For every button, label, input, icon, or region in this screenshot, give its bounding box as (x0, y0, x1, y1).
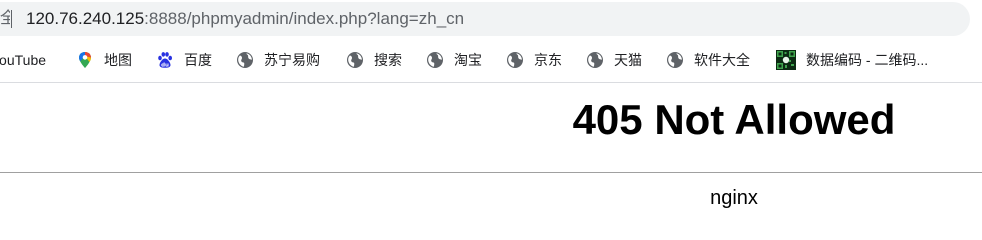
bookmark-label: 地图 (104, 52, 132, 68)
globe-icon (426, 51, 444, 69)
url-path: :8888/phpmyadmin/index.php?lang=zh_cn (144, 9, 465, 28)
bookmark-baidu[interactable]: du 百度 (156, 49, 212, 71)
address-bar: 全 120.76.240.125:8888/phpmyadmin/index.p… (0, 0, 982, 38)
qr-code-icon (776, 50, 796, 70)
globe-icon (506, 51, 524, 69)
server-name: nginx (710, 187, 758, 209)
baidu-paw-icon: du (156, 51, 174, 69)
omnibox-separator (11, 10, 12, 28)
bookmark-label: 淘宝 (454, 52, 482, 68)
maps-pin-icon (76, 51, 94, 69)
bookmark-taobao[interactable]: 淘宝 (426, 49, 482, 71)
globe-icon (666, 51, 684, 69)
page-title: 405 Not Allowed (572, 96, 896, 143)
globe-icon (346, 51, 364, 69)
url-text[interactable]: 120.76.240.125:8888/phpmyadmin/index.php… (26, 9, 464, 29)
url-host: 120.76.240.125 (26, 9, 145, 28)
bookmark-search[interactable]: 搜索 (346, 49, 402, 71)
bookmark-youtube[interactable]: YouTube (0, 49, 46, 71)
bookmark-software[interactable]: 软件大全 (666, 49, 750, 71)
bookmark-label: 搜索 (374, 52, 402, 68)
bookmark-tmall[interactable]: 天猫 (586, 49, 642, 71)
globe-icon (236, 51, 254, 69)
bookmark-label: 京东 (534, 52, 562, 68)
bookmarks-bar: YouTube 地图 du 百度 (0, 38, 982, 83)
bookmark-label: YouTube (0, 52, 47, 68)
bookmark-jd[interactable]: 京东 (506, 49, 562, 71)
divider (0, 172, 982, 173)
bookmark-label: 百度 (184, 52, 212, 68)
bookmark-maps[interactable]: 地图 (76, 49, 132, 71)
bookmark-suning[interactable]: 苏宁易购 (236, 49, 320, 71)
globe-icon (586, 51, 604, 69)
security-indicator[interactable]: 全 (0, 9, 10, 29)
bookmark-label: 数据编码 - 二维码... (806, 52, 929, 68)
bookmark-qr-encoder[interactable]: 数据编码 - 二维码... (776, 49, 928, 71)
bookmark-label: 软件大全 (694, 52, 750, 68)
bookmark-label: 天猫 (614, 52, 642, 68)
svg-text:du: du (161, 62, 169, 68)
bookmark-label: 苏宁易购 (264, 52, 320, 68)
